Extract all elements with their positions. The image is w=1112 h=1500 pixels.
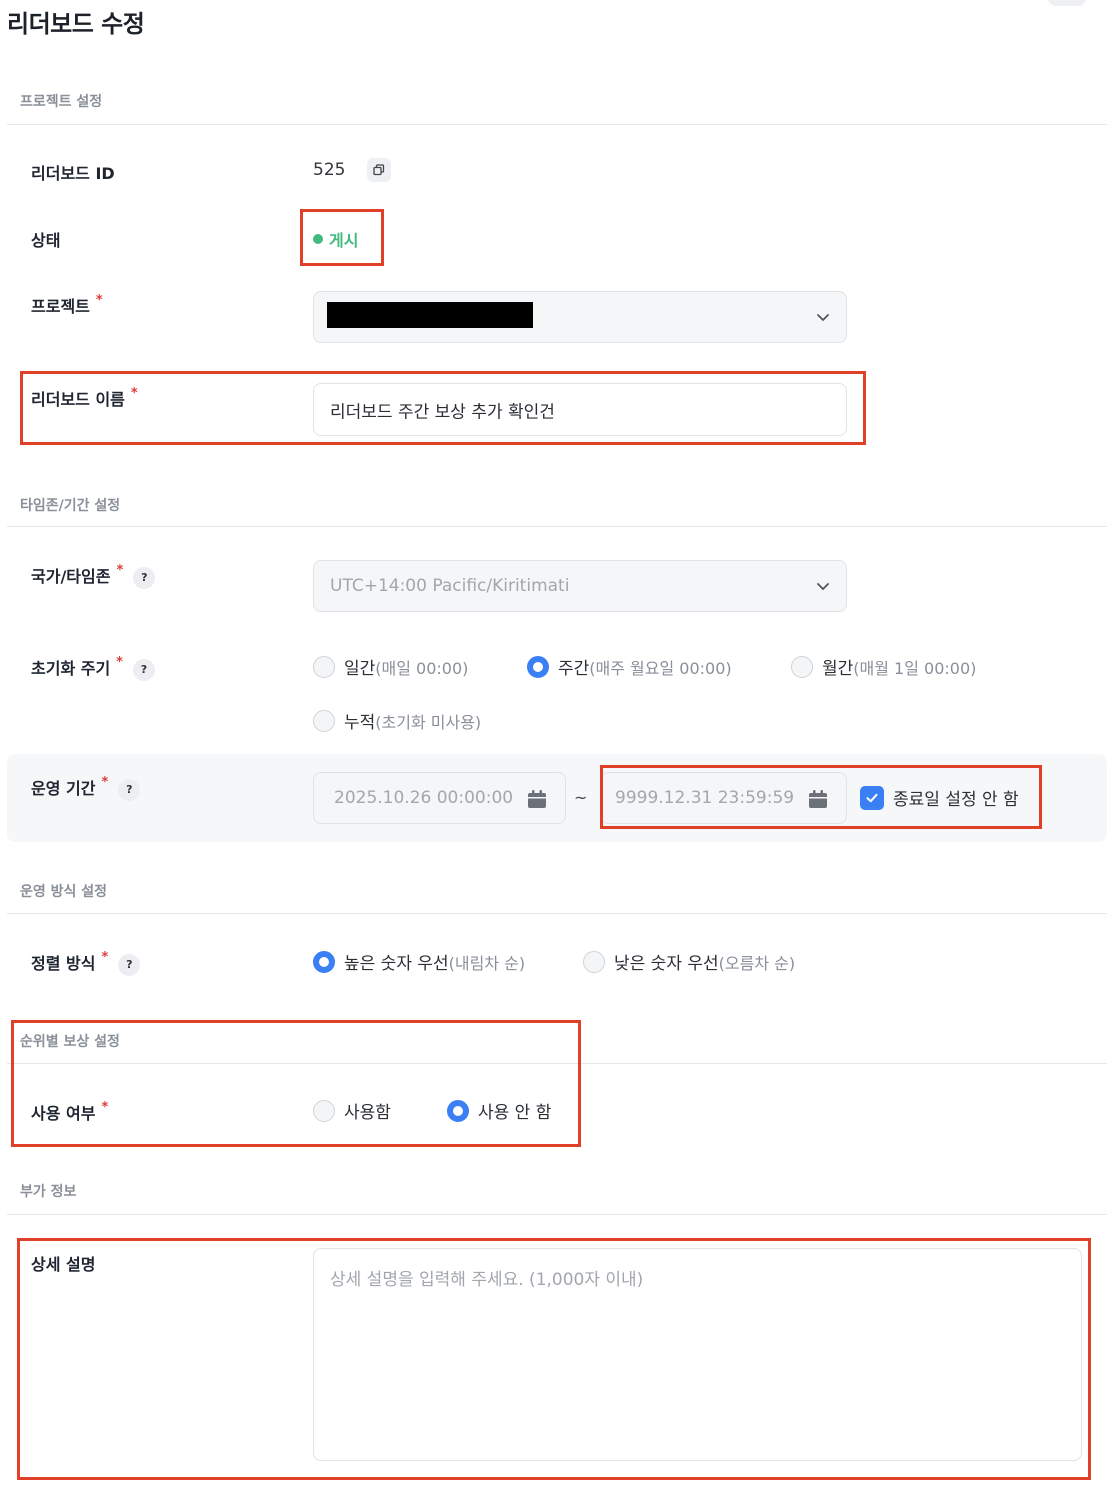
help-icon[interactable]: ? [118, 953, 141, 976]
sort-label: 정렬 방식 *? [31, 950, 141, 976]
radio-circle[interactable] [791, 655, 813, 678]
section-title-operation: 운영 방식 설정 [20, 884, 108, 900]
radio-circle-selected[interactable] [527, 655, 549, 678]
radio-sublabel: (내림차 순) [448, 953, 526, 973]
radio-reset-weekly[interactable]: 주간 (매주 월요일 00:00) [527, 654, 732, 679]
required-mark: * [116, 563, 124, 578]
reset-cycle-label-text: 초기화 주기 [31, 659, 111, 678]
radio-reset-cumulative[interactable]: 누적 (초기화 미사용) [313, 708, 481, 733]
period-label: 운영 기간 *? [31, 775, 141, 801]
required-mark: * [101, 950, 109, 965]
annotation-box-status [300, 209, 384, 266]
radio-label: 누적 [344, 713, 376, 733]
calendar-icon[interactable] [527, 789, 547, 809]
reset-cycle-label: 초기화 주기 *? [31, 655, 155, 681]
help-icon[interactable]: ? [133, 566, 156, 589]
radio-sort-desc[interactable]: 높은 숫자 우선 (내림차 순) [313, 949, 525, 974]
radio-sublabel: (매월 1일 00:00) [853, 658, 977, 678]
radio-sublabel: (초기화 미사용) [375, 712, 482, 732]
radio-sublabel: (매일 00:00) [375, 658, 469, 678]
period-start-value: 2025.10.26 00:00:00 [334, 788, 514, 808]
radio-reset-daily[interactable]: 일간 (매일 00:00) [313, 654, 468, 679]
required-mark: * [101, 775, 109, 790]
divider [7, 1214, 1107, 1215]
radio-circle-selected[interactable] [313, 950, 335, 973]
radio-label: 월간 [822, 659, 854, 679]
annotation-box-rank-reward [11, 1020, 581, 1147]
required-mark: * [116, 655, 123, 670]
timezone-label: 국가/타임존 *? [31, 563, 156, 589]
radio-label: 높은 숫자 우선 [344, 954, 449, 974]
period-start-input[interactable]: 2025.10.26 00:00:00 [313, 772, 566, 824]
leaderboard-id-label: 리더보드 ID [31, 164, 115, 183]
radio-label: 주간 [558, 659, 590, 679]
divider [7, 526, 1107, 527]
project-label: 프로젝트 * [31, 293, 103, 317]
chevron-down-icon [817, 583, 829, 590]
timezone-value: UTC+14:00 Pacific/Kiritimati [330, 576, 570, 596]
radio-label: 낮은 숫자 우선 [614, 954, 719, 974]
required-mark: * [95, 293, 103, 308]
help-icon[interactable]: ? [118, 778, 141, 801]
project-select[interactable] [313, 291, 847, 343]
radio-reset-monthly[interactable]: 월간 (매월 1일 00:00) [791, 654, 976, 679]
help-icon[interactable]: ? [132, 658, 155, 681]
top-corner-button[interactable] [1048, 0, 1086, 6]
annotation-box-name [20, 371, 866, 445]
copy-icon [373, 164, 385, 176]
radio-circle[interactable] [313, 709, 335, 732]
divider [7, 913, 1107, 914]
radio-sublabel: (매주 월요일 00:00) [589, 658, 732, 678]
radio-circle[interactable] [313, 655, 335, 678]
radio-sort-asc[interactable]: 낮은 숫자 우선 (오름차 순) [583, 949, 795, 974]
timezone-select[interactable]: UTC+14:00 Pacific/Kiritimati [313, 560, 847, 612]
section-title-project: 프로젝트 설정 [20, 94, 103, 110]
period-separator: ~ [574, 788, 588, 807]
period-label-text: 운영 기간 [31, 779, 96, 798]
status-label: 상태 [31, 231, 61, 250]
section-title-extra: 부가 정보 [20, 1184, 77, 1200]
radio-circle[interactable] [583, 950, 605, 973]
section-title-timezone: 타임존/기간 설정 [20, 498, 121, 514]
copy-id-button[interactable] [367, 158, 391, 182]
annotation-box-description [17, 1238, 1091, 1480]
sort-label-text: 정렬 방식 [31, 954, 96, 973]
radio-label: 일간 [344, 659, 376, 679]
leaderboard-id-value: 525 [313, 160, 346, 180]
timezone-label-text: 국가/타임존 [31, 567, 111, 586]
redacted-project-value [327, 302, 533, 328]
radio-sublabel: (오름차 순) [718, 953, 796, 973]
project-label-text: 프로젝트 [31, 297, 90, 316]
chevron-down-icon [817, 314, 829, 321]
divider [7, 124, 1107, 125]
annotation-box-period-end [600, 765, 1042, 829]
page-title: 리더보드 수정 [7, 10, 145, 38]
